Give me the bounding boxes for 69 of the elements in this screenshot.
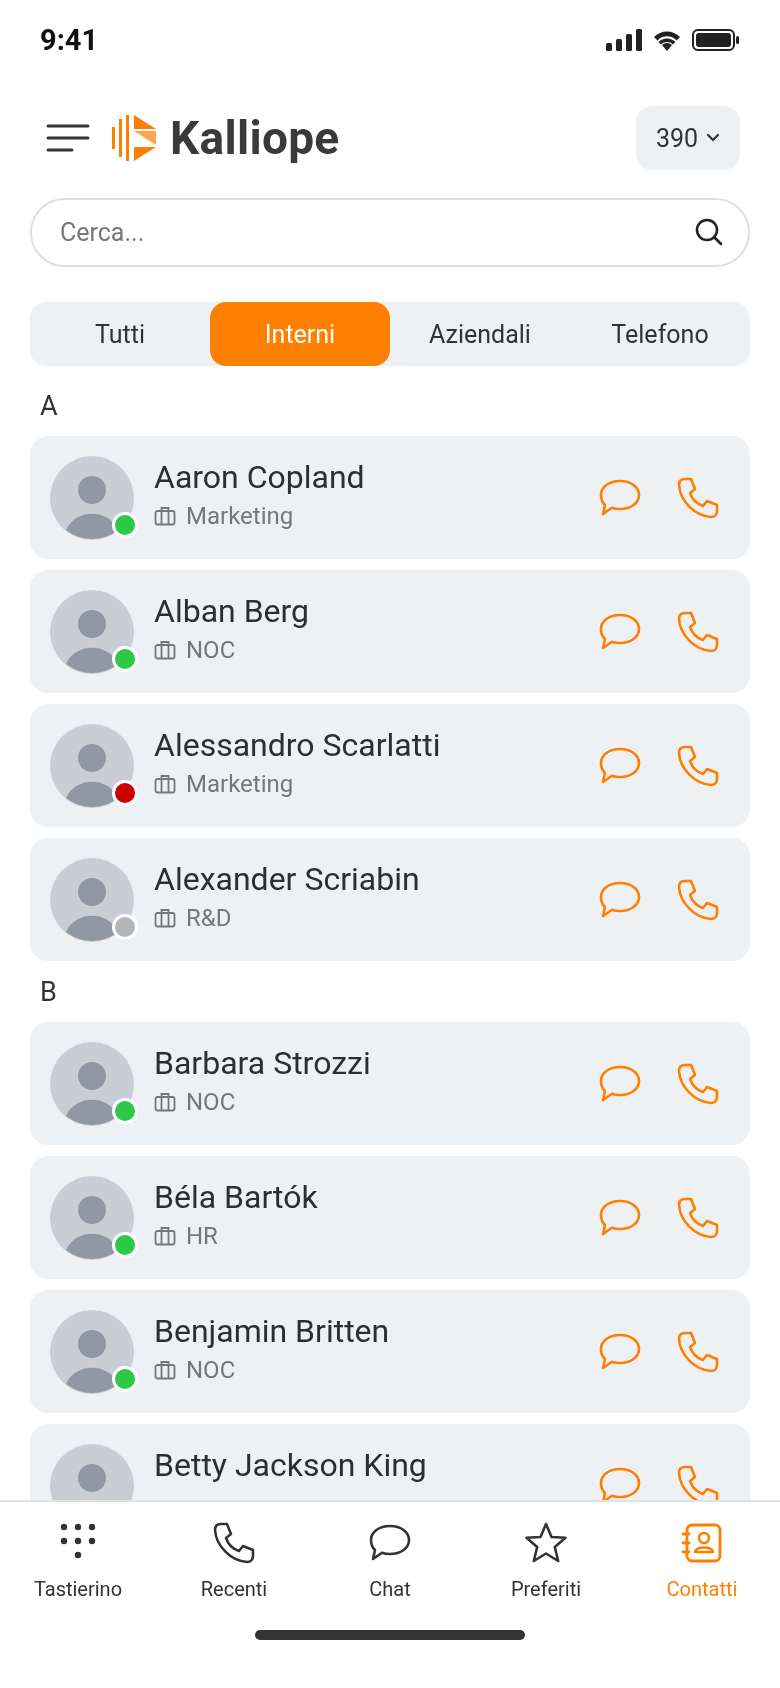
search-field[interactable]: Cerca... (30, 198, 750, 267)
phone-icon[interactable] (676, 609, 720, 654)
chat-icon[interactable] (598, 1331, 642, 1372)
briefcase-icon (154, 908, 176, 928)
contact-department: NOC (186, 1088, 236, 1116)
contact-card[interactable]: Alessandro Scarlatti Marketing (30, 704, 750, 827)
section-letter: B (39, 975, 58, 1010)
wifi-icon (652, 29, 682, 51)
nav-tab[interactable]: Recenti (156, 1520, 312, 1602)
chevron-down-icon (706, 133, 721, 143)
contact-department: Marketing (186, 770, 294, 798)
contact-card[interactable]: Betty Jackson King (30, 1424, 750, 1500)
chat-icon[interactable] (598, 1063, 642, 1104)
briefcase-icon (154, 1092, 176, 1112)
briefcase-icon (154, 506, 176, 526)
contact-name: Aaron Copland (154, 458, 366, 496)
chat-icon[interactable] (598, 477, 642, 518)
briefcase-icon (154, 774, 176, 794)
contact-department: HR (186, 1222, 218, 1250)
phone-icon (212, 1521, 256, 1565)
search-icon[interactable] (694, 217, 724, 247)
app-name: Kalliope (170, 111, 340, 165)
contact-card[interactable]: Béla Bartók HR (30, 1156, 750, 1279)
contact-department: R&D (186, 904, 232, 932)
extension-dropdown[interactable]: 390 (636, 106, 740, 170)
phone-icon[interactable] (676, 1463, 720, 1500)
contact-name: Alexander Scriabin (154, 860, 421, 898)
phone-icon[interactable] (676, 743, 720, 788)
contact-department: NOC (186, 1356, 236, 1384)
contact-department: NOC (186, 636, 236, 664)
chat-icon[interactable] (598, 745, 642, 786)
phone-icon[interactable] (676, 475, 720, 520)
filter-tab[interactable]: Aziendali (390, 302, 570, 366)
contact-name: Barbara Strozzi (154, 1044, 372, 1082)
signal-icon (606, 29, 642, 51)
chat-icon[interactable] (598, 611, 642, 652)
contact-book-icon (681, 1521, 723, 1565)
filter-tab[interactable]: Telefono (570, 302, 750, 366)
contact-name: Alessandro Scarlatti (154, 726, 442, 764)
nav-tab[interactable]: Tastierino (0, 1520, 156, 1602)
status-time: 9:41 (40, 23, 99, 57)
chat-icon[interactable] (598, 1197, 642, 1238)
contact-department: Marketing (186, 502, 294, 530)
contact-card[interactable]: Aaron Copland Marketing (30, 436, 750, 559)
battery-icon (692, 29, 740, 51)
chat-icon[interactable] (598, 1465, 642, 1500)
contact-card[interactable]: Barbara Strozzi NOC (30, 1022, 750, 1145)
contact-card[interactable]: Alexander Scriabin R&D (30, 838, 750, 961)
star-icon (523, 1521, 569, 1565)
menu-icon[interactable] (46, 123, 90, 153)
phone-icon[interactable] (676, 1329, 720, 1374)
filter-tab[interactable]: Tutti (30, 302, 210, 366)
contact-name: Betty Jackson King (154, 1446, 428, 1484)
phone-icon[interactable] (676, 1061, 720, 1106)
briefcase-icon (154, 640, 176, 660)
section-letter: A (39, 389, 59, 424)
briefcase-icon (154, 1226, 176, 1246)
contact-card[interactable]: Benjamin Britten NOC (30, 1290, 750, 1413)
contact-name: Benjamin Britten (154, 1312, 391, 1350)
contact-card[interactable]: Alban Berg NOC (30, 570, 750, 693)
nav-tab[interactable]: Chat (312, 1520, 468, 1602)
chat-icon[interactable] (598, 879, 642, 920)
contact-name: Alban Berg (154, 592, 311, 630)
phone-icon[interactable] (676, 1195, 720, 1240)
nav-tab[interactable]: Preferiti (468, 1520, 624, 1602)
contact-name: Béla Bartók (154, 1178, 319, 1216)
briefcase-icon (154, 1360, 176, 1380)
logo-icon (112, 113, 158, 163)
phone-icon[interactable] (676, 877, 720, 922)
